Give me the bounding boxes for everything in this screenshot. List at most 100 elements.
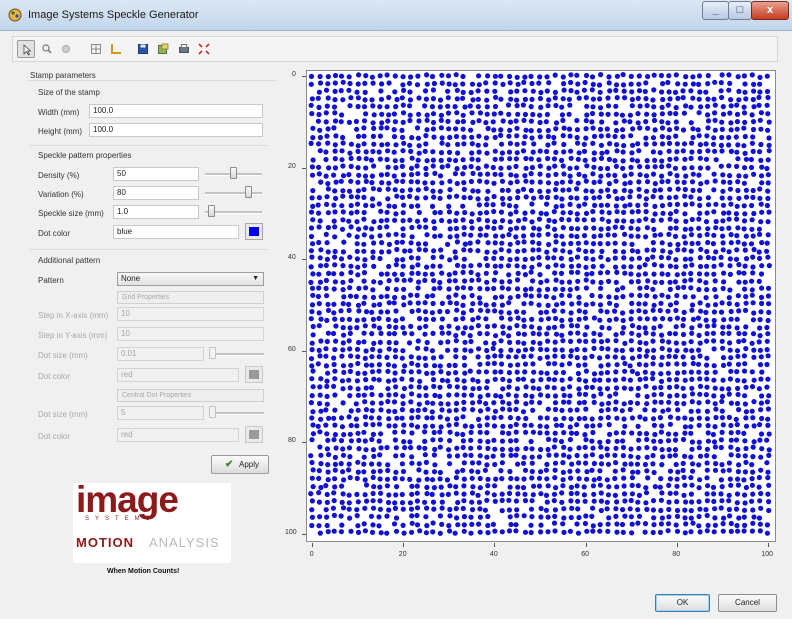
pattern-dropdown[interactable]: None ▼ bbox=[117, 272, 264, 286]
speckle-dot bbox=[476, 416, 482, 422]
speckle-dot bbox=[424, 476, 430, 482]
zoom-tool-button[interactable] bbox=[38, 40, 56, 58]
grid-dot-size-slider[interactable] bbox=[209, 353, 264, 356]
speckle-dot bbox=[361, 232, 367, 238]
fit-button[interactable] bbox=[195, 40, 213, 58]
dot-color-field[interactable]: blue bbox=[113, 225, 239, 239]
speckle-dot bbox=[500, 386, 506, 392]
speckle-dot bbox=[621, 475, 627, 481]
variation-field[interactable]: 80 bbox=[113, 186, 199, 200]
density-field[interactable]: 50 bbox=[113, 167, 199, 181]
grid-dot-color-picker-button[interactable] bbox=[245, 366, 263, 383]
grid-dot-size-slider-handle[interactable] bbox=[209, 347, 216, 359]
speckle-dot bbox=[582, 157, 588, 163]
maximize-button[interactable]: □ bbox=[728, 1, 752, 20]
speckle-dot bbox=[688, 88, 694, 94]
speckle-dot bbox=[712, 286, 718, 293]
grid-button[interactable] bbox=[87, 40, 105, 58]
speckle-dot bbox=[719, 415, 725, 421]
speckle-dot bbox=[378, 218, 384, 224]
speckle-dot bbox=[650, 529, 656, 536]
save-button[interactable] bbox=[134, 40, 152, 58]
width-field[interactable]: 100.0 bbox=[89, 104, 263, 118]
height-field[interactable]: 100.0 bbox=[89, 123, 263, 137]
speckle-dot bbox=[672, 279, 678, 285]
speckle-dot bbox=[477, 485, 483, 491]
speckle-dot bbox=[423, 514, 429, 520]
minimize-button[interactable]: _ bbox=[702, 1, 729, 20]
speckle-dot bbox=[584, 324, 590, 330]
speckle-dot bbox=[476, 149, 482, 155]
speckle-size-field[interactable]: 1.0 bbox=[113, 205, 199, 219]
speckle-dot bbox=[332, 454, 338, 460]
speckle-dot bbox=[332, 484, 338, 490]
speckle-dot bbox=[552, 513, 558, 519]
export-button[interactable] bbox=[154, 40, 172, 58]
speckle-dot bbox=[431, 219, 437, 225]
speckle-dot bbox=[538, 89, 544, 96]
speckle-dot bbox=[339, 378, 346, 384]
variation-slider[interactable] bbox=[205, 192, 262, 195]
step-x-field[interactable]: 10 bbox=[117, 307, 264, 321]
speckle-dot bbox=[621, 491, 628, 497]
density-slider-handle[interactable] bbox=[230, 167, 237, 179]
ok-button[interactable]: OK bbox=[655, 594, 710, 612]
speckle-dot bbox=[620, 134, 626, 140]
speckle-preview-plot[interactable] bbox=[306, 70, 776, 542]
speckle-dot bbox=[551, 444, 557, 450]
speckle-dot bbox=[683, 218, 689, 224]
pointer-tool-button[interactable] bbox=[17, 40, 35, 58]
speckle-dot bbox=[378, 271, 384, 277]
toolbar bbox=[12, 36, 778, 62]
speckle-dot bbox=[362, 399, 368, 405]
central-dot-size-slider[interactable] bbox=[209, 412, 264, 415]
speckle-dot bbox=[561, 125, 567, 131]
speckle-dot bbox=[765, 317, 771, 324]
print-button[interactable] bbox=[175, 40, 193, 58]
step-y-field[interactable]: 10 bbox=[117, 327, 264, 341]
speckle-dot bbox=[645, 125, 651, 131]
speckle-dot bbox=[506, 133, 512, 139]
close-button[interactable]: x bbox=[751, 1, 789, 20]
speckle-dot bbox=[705, 112, 711, 118]
speckle-dot bbox=[416, 461, 422, 467]
grid-dot-size-field[interactable]: 0.01 bbox=[117, 347, 204, 361]
pan-tool-button[interactable] bbox=[57, 40, 75, 58]
speckle-dot bbox=[682, 278, 688, 284]
speckle-dot bbox=[673, 264, 679, 270]
apply-button[interactable]: ✔ Apply bbox=[211, 455, 269, 474]
speckle-size-slider-handle[interactable] bbox=[207, 205, 215, 217]
speckle-dot bbox=[530, 361, 536, 367]
speckle-dot bbox=[544, 430, 550, 436]
speckle-dot bbox=[696, 445, 702, 451]
speckle-dot bbox=[620, 317, 626, 324]
speckle-dot bbox=[612, 255, 618, 261]
central-dot-color-picker-button[interactable] bbox=[245, 426, 263, 443]
speckle-dot bbox=[386, 300, 392, 306]
speckle-dot bbox=[378, 172, 384, 178]
speckle-dot bbox=[514, 74, 520, 80]
grid-dot-color-field[interactable]: red bbox=[117, 368, 239, 382]
speckle-dot bbox=[551, 385, 557, 391]
speckle-dot bbox=[445, 339, 451, 345]
central-dot-color-field[interactable]: red bbox=[117, 428, 239, 442]
speckle-dot bbox=[583, 460, 589, 466]
speckle-dot bbox=[346, 377, 352, 383]
speckle-dot bbox=[695, 361, 702, 367]
speckle-dot bbox=[455, 119, 461, 125]
speckle-dot bbox=[719, 195, 725, 201]
central-dot-size-slider-handle[interactable] bbox=[209, 406, 216, 418]
speckle-dot bbox=[727, 195, 733, 201]
speckle-dot bbox=[416, 369, 422, 375]
speckle-dot bbox=[726, 142, 732, 148]
speckle-dot bbox=[553, 126, 559, 132]
speckle-dot bbox=[598, 72, 604, 78]
axes-button[interactable] bbox=[107, 40, 125, 58]
variation-slider-handle[interactable] bbox=[245, 186, 252, 198]
central-dot-size-field[interactable]: 5 bbox=[117, 406, 204, 420]
speckle-dot bbox=[361, 521, 367, 527]
speckle-dot bbox=[727, 340, 733, 346]
speckle-dot bbox=[642, 262, 648, 268]
dot-color-picker-button[interactable] bbox=[245, 223, 263, 240]
cancel-button[interactable]: Cancel bbox=[718, 594, 777, 612]
